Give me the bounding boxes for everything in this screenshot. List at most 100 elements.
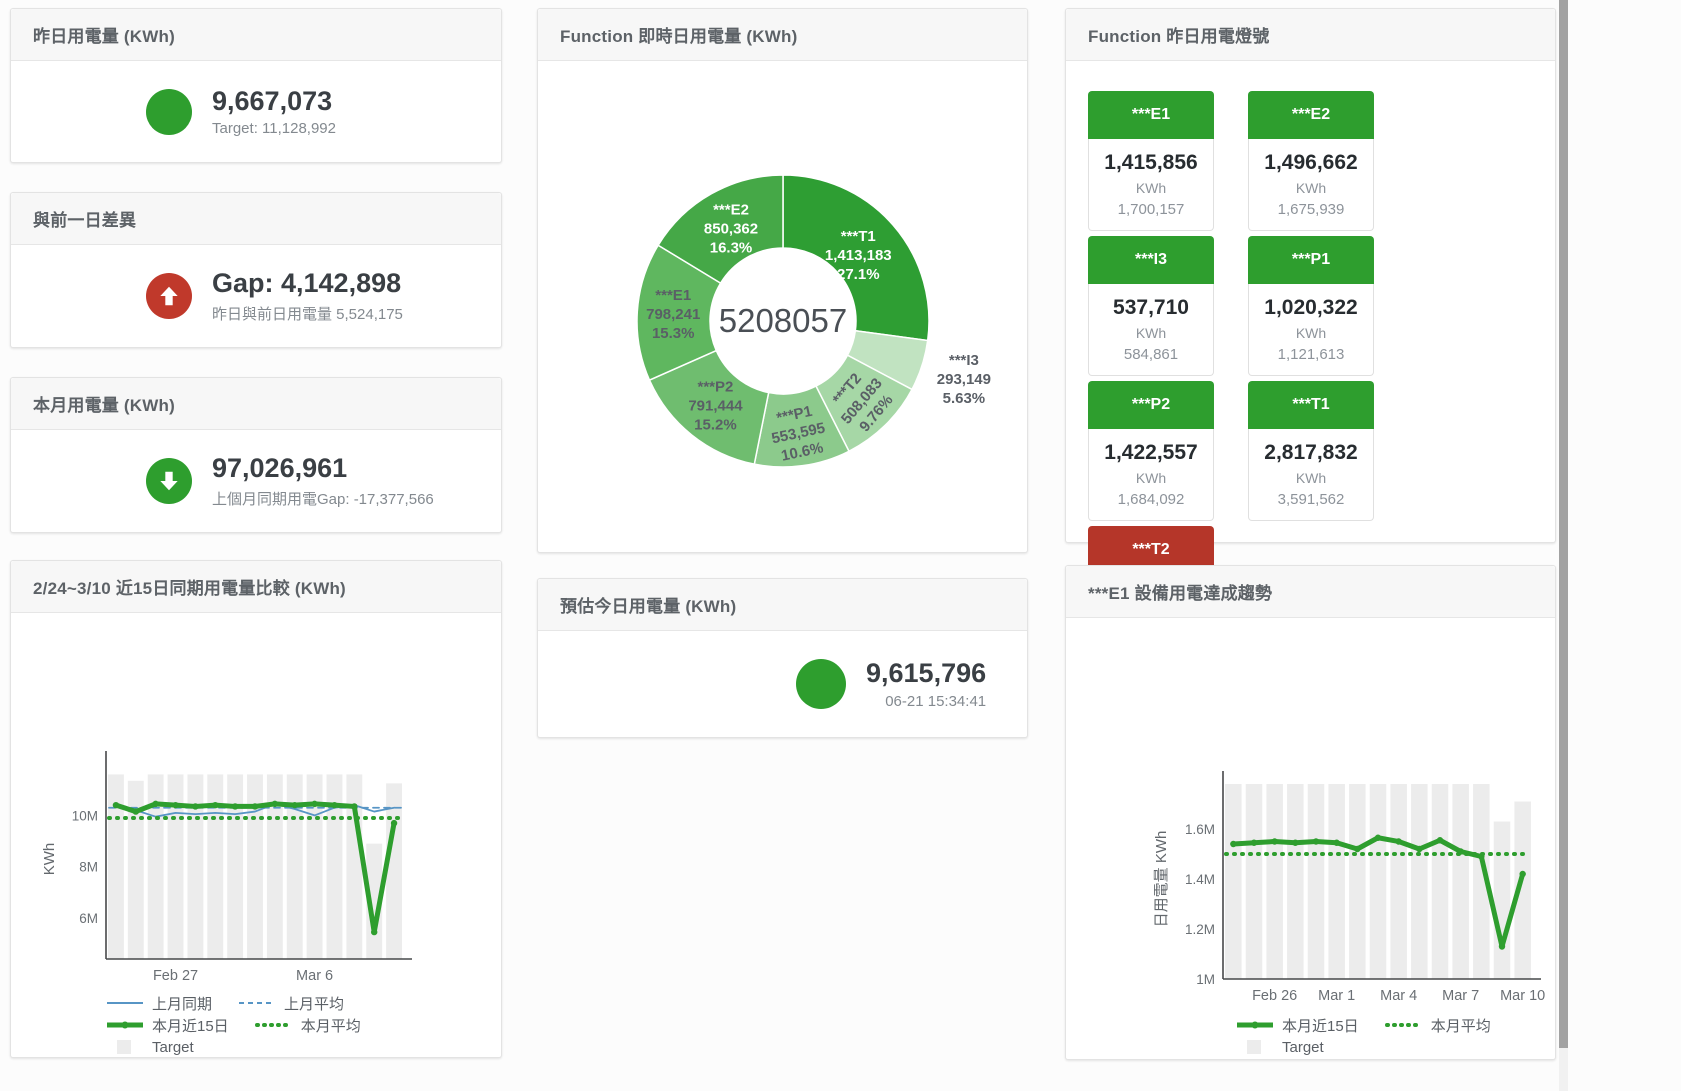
panel-title: 預估今日用電量 (KWh): [560, 592, 736, 617]
panel-yesterday-usage: 昨日用電量 (KWh) 9,667,073 Target: 11,128,992: [10, 8, 502, 163]
svg-text:10M: 10M: [72, 808, 98, 823]
arrow-up-icon: [146, 273, 192, 319]
svg-text:***I3: ***I3: [948, 352, 978, 369]
legend-label: 本月近15日: [152, 1015, 229, 1036]
panel-today-estimate: 預估今日用電量 (KWh) 9,615,796 06-21 15:34:41: [537, 578, 1028, 738]
kpi-subtitle: Target: 11,128,992: [212, 120, 336, 137]
legend-bar-swatch: [1236, 1039, 1274, 1055]
kpi-row: 97,026,961 上個月同期用電Gap: -17,377,566: [11, 430, 501, 532]
kpi-subtitle: 昨日與前日用電量 5,524,175: [212, 303, 403, 324]
legend-label: 本月平均: [301, 1015, 361, 1036]
svg-text:5208057: 5208057: [718, 302, 846, 339]
legend-item-本月平均[interactable]: 本月平均: [255, 1015, 361, 1036]
status-circle-icon: [146, 89, 192, 135]
tile-t1: ***T1 2,817,832 KWh 3,591,562: [1248, 381, 1374, 521]
tile-unit: KWh: [1251, 470, 1371, 486]
legend-label: Target: [152, 1039, 194, 1056]
legend-item-Target[interactable]: Target: [106, 1039, 194, 1056]
panel-header: 本月用電量 (KWh): [11, 378, 501, 430]
legend-item-上月同期[interactable]: 上月同期: [106, 993, 212, 1014]
legend-label: 上月同期: [152, 993, 212, 1014]
svg-text:791,444: 791,444: [688, 397, 743, 414]
svg-text:293,149: 293,149: [936, 371, 990, 388]
svg-text:15.2%: 15.2%: [694, 416, 737, 433]
legend-thick-line-swatch: [1236, 1019, 1274, 1031]
legend-row: 本月近15日 本月平均: [1236, 1014, 1555, 1036]
legend-dotted-line-swatch: [255, 1019, 293, 1031]
legend-row: Target: [1236, 1036, 1555, 1058]
legend-label: 本月平均: [1431, 1015, 1491, 1036]
panel-title: Function 昨日用電燈號: [1088, 22, 1269, 47]
panel-day-gap: 與前一日差異 Gap: 4,142,898 昨日與前日用電量 5,524,175: [10, 192, 502, 348]
tile-target: 1,700,157: [1091, 201, 1211, 218]
tile-value: 1,415,856: [1091, 151, 1211, 175]
svg-text:Feb 26: Feb 26: [1252, 988, 1297, 1004]
panel-title: 與前一日差異: [33, 206, 136, 231]
panel-header: 預估今日用電量 (KWh): [538, 579, 1027, 631]
panel-month-usage: 本月用電量 (KWh) 97,026,961 上個月同期用電Gap: -17,3…: [10, 377, 502, 533]
panel-header: ***E1 設備用電達成趨勢: [1066, 566, 1555, 618]
kpi-value: 9,667,073: [212, 86, 336, 117]
svg-text:1.2M: 1.2M: [1184, 922, 1214, 937]
svg-text:Mar 1: Mar 1: [1318, 988, 1355, 1004]
svg-text:1,413,183: 1,413,183: [824, 247, 891, 264]
trend-chart-legend: 本月近15日 本月平均 Target: [1236, 1014, 1555, 1058]
legend-item-本月近15日[interactable]: 本月近15日: [106, 1015, 229, 1036]
svg-text:27.1%: 27.1%: [837, 266, 880, 283]
tile-unit: KWh: [1091, 180, 1211, 196]
tile-target: 1,684,092: [1091, 491, 1211, 508]
tile-unit: KWh: [1251, 180, 1371, 196]
tile-name: ***E2: [1248, 91, 1374, 139]
realtime-donut-chart: ***T11,413,18327.1%***I3293,1495.63%***T…: [552, 69, 1014, 547]
tile-target: 1,121,613: [1251, 346, 1371, 363]
panel-header: Function 即時日用電量 (KWh): [538, 9, 1027, 61]
svg-text:Mar 10: Mar 10: [1500, 988, 1545, 1004]
svg-text:Feb 27: Feb 27: [153, 968, 198, 984]
kpi-subtitle: 上個月同期用電Gap: -17,377,566: [212, 488, 434, 509]
panel-header: Function 昨日用電燈號: [1066, 9, 1555, 61]
scrollbar-thumb[interactable]: [1559, 0, 1568, 1048]
panel-light-board: Function 昨日用電燈號 ***E11,415,856KWh1,700,1…: [1065, 8, 1556, 543]
kpi-value: Gap: 4,142,898: [212, 268, 403, 299]
tile-body: 1,422,557 KWh 1,684,092: [1088, 429, 1214, 521]
legend-item-上月平均[interactable]: 上月平均: [238, 993, 344, 1014]
tile-i3: ***I3537,710KWh584,861: [1088, 236, 1214, 376]
legend-label: 上月平均: [284, 993, 344, 1014]
tile-value: 1,496,662: [1251, 151, 1371, 175]
panel-title: 昨日用電量 (KWh): [33, 22, 175, 47]
svg-text:Mar 7: Mar 7: [1442, 988, 1479, 1004]
tile-target: 3,591,562: [1251, 491, 1371, 508]
status-circle-icon: [796, 659, 846, 709]
tile-name: ***P1: [1248, 236, 1374, 284]
tile-body: 1,496,662 KWh 1,675,939: [1248, 139, 1374, 231]
tile-e1: ***E11,415,856KWh1,700,157: [1088, 91, 1214, 231]
svg-text:16.3%: 16.3%: [709, 240, 752, 257]
tile-value: 2,817,832: [1251, 441, 1371, 465]
tile-name: ***P2: [1088, 381, 1214, 429]
legend-item-本月近15日[interactable]: 本月近15日: [1236, 1015, 1359, 1036]
legend-dotted-line-swatch: [1385, 1019, 1423, 1031]
kpi-subtitle: 06-21 15:34:41: [866, 693, 986, 710]
kpi-row: 9,615,796 06-21 15:34:41: [538, 631, 1027, 737]
panel-title: 本月用電量 (KWh): [33, 391, 175, 416]
svg-text:5.63%: 5.63%: [942, 390, 985, 407]
tile-unit: KWh: [1091, 470, 1211, 486]
tile-p1: ***P11,020,322KWh1,121,613: [1248, 236, 1374, 376]
tile-target: 1,675,939: [1251, 201, 1371, 218]
panel-realtime-donut: Function 即時日用電量 (KWh) ***T11,413,18327.1…: [537, 8, 1028, 553]
tile-body: 537,710KWh584,861: [1088, 284, 1214, 376]
tile-name: ***T1: [1248, 381, 1374, 429]
svg-text:850,362: 850,362: [703, 221, 757, 238]
tile-name: ***I3: [1088, 236, 1214, 284]
svg-text:1.6M: 1.6M: [1184, 822, 1214, 837]
legend-thick-line-swatch: [106, 1019, 144, 1031]
tile-value: 537,710: [1091, 296, 1211, 320]
legend-item-Target[interactable]: Target: [1236, 1039, 1324, 1056]
legend-row: 上月同期 上月平均: [106, 992, 501, 1014]
tile-value: 1,422,557: [1091, 441, 1211, 465]
panel-title: ***E1 設備用電達成趨勢: [1088, 579, 1272, 604]
svg-text:Mar 4: Mar 4: [1380, 988, 1417, 1004]
panel-compare-chart: 2/24~3/10 近15日同期用電量比較 (KWh) 6M8M10MKWhFe…: [10, 560, 502, 1058]
legend-item-本月平均[interactable]: 本月平均: [1385, 1015, 1491, 1036]
compare-line-chart: 6M8M10MKWhFeb 27Mar 6: [16, 745, 496, 990]
